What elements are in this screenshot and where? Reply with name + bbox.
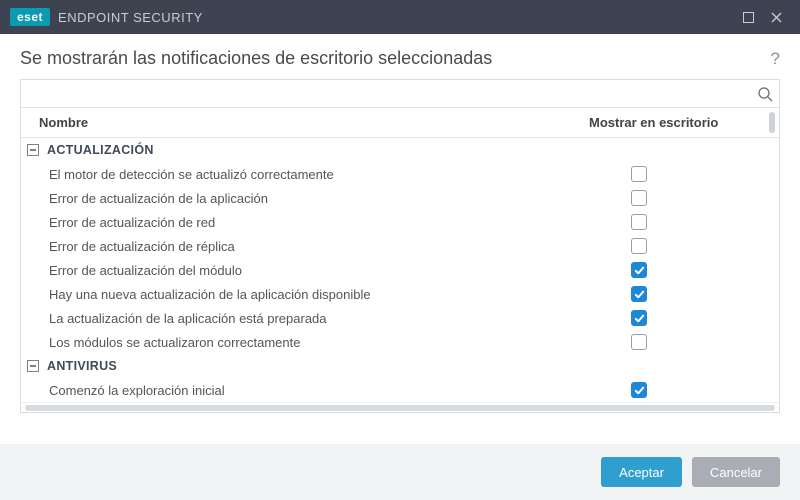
- item-checkbox-cell: [589, 190, 779, 206]
- brand-badge: eset: [10, 8, 50, 26]
- table-row: Error de actualización de la aplicación: [21, 186, 779, 210]
- close-icon: [771, 12, 782, 23]
- item-label: Error de actualización de red: [21, 215, 589, 230]
- page-title: Se mostrarán las notificaciones de escri…: [20, 48, 492, 69]
- column-header-show[interactable]: Mostrar en escritorio: [589, 115, 779, 130]
- table-row: Hay una nueva actualización de la aplica…: [21, 282, 779, 306]
- group-row[interactable]: ANTIVIRUS: [21, 354, 779, 378]
- item-label: Error de actualización de réplica: [21, 239, 589, 254]
- show-on-desktop-checkbox[interactable]: [631, 166, 647, 182]
- titlebar: eset ENDPOINT SECURITY: [0, 0, 800, 34]
- search-icon[interactable]: [757, 86, 773, 102]
- collapse-icon[interactable]: [27, 144, 39, 156]
- show-on-desktop-checkbox[interactable]: [631, 238, 647, 254]
- item-label: El motor de detección se actualizó corre…: [21, 167, 589, 182]
- table-header: Nombre Mostrar en escritorio: [21, 108, 779, 138]
- show-on-desktop-checkbox[interactable]: [631, 262, 647, 278]
- group-row[interactable]: ACTUALIZACIÓN: [21, 138, 779, 162]
- search-row: [21, 80, 779, 108]
- search-input[interactable]: [31, 82, 757, 106]
- item-checkbox-cell: [589, 262, 779, 278]
- column-header-name[interactable]: Nombre: [21, 115, 589, 130]
- item-label: Los módulos se actualizaron correctament…: [21, 335, 589, 350]
- item-label: Error de actualización del módulo: [21, 263, 589, 278]
- group-label: ANTIVIRUS: [47, 359, 117, 373]
- table-row: Error de actualización del módulo: [21, 258, 779, 282]
- minimize-icon: [743, 12, 754, 23]
- footer: Aceptar Cancelar: [0, 444, 800, 500]
- close-button[interactable]: [762, 0, 790, 34]
- item-checkbox-cell: [589, 334, 779, 350]
- horizontal-scrollbar[interactable]: [21, 402, 779, 412]
- table-row: Error de actualización de red: [21, 210, 779, 234]
- table-row: El motor de detección se actualizó corre…: [21, 162, 779, 186]
- notifications-panel: Nombre Mostrar en escritorio ACTUALIZACI…: [20, 79, 780, 413]
- group-label: ACTUALIZACIÓN: [47, 143, 154, 157]
- accept-button[interactable]: Aceptar: [601, 457, 682, 487]
- table-body: ACTUALIZACIÓN El motor de detección se ac…: [21, 138, 779, 402]
- item-label: Hay una nueva actualización de la aplica…: [21, 287, 589, 302]
- minimize-button[interactable]: [734, 0, 762, 34]
- item-label: Comenzó la exploración inicial: [21, 383, 589, 398]
- table-row: Los módulos se actualizaron correctament…: [21, 330, 779, 354]
- item-label: La actualización de la aplicación está p…: [21, 311, 589, 326]
- item-checkbox-cell: [589, 382, 779, 398]
- show-on-desktop-checkbox[interactable]: [631, 286, 647, 302]
- show-on-desktop-checkbox[interactable]: [631, 334, 647, 350]
- item-label: Error de actualización de la aplicación: [21, 191, 589, 206]
- item-checkbox-cell: [589, 310, 779, 326]
- show-on-desktop-checkbox[interactable]: [631, 214, 647, 230]
- item-checkbox-cell: [589, 166, 779, 182]
- horizontal-scrollbar-thumb[interactable]: [25, 405, 775, 411]
- item-checkbox-cell: [589, 214, 779, 230]
- item-checkbox-cell: [589, 238, 779, 254]
- show-on-desktop-checkbox[interactable]: [631, 190, 647, 206]
- brand-title: ENDPOINT SECURITY: [58, 10, 203, 25]
- item-checkbox-cell: [589, 286, 779, 302]
- show-on-desktop-checkbox[interactable]: [631, 310, 647, 326]
- table-row: Comenzó la exploración inicial: [21, 378, 779, 402]
- vertical-scrollbar[interactable]: [769, 112, 775, 133]
- page-header: Se mostrarán las notificaciones de escri…: [0, 34, 800, 79]
- show-on-desktop-checkbox[interactable]: [631, 382, 647, 398]
- cancel-button[interactable]: Cancelar: [692, 457, 780, 487]
- help-icon[interactable]: ?: [771, 49, 780, 69]
- table-row: Error de actualización de réplica: [21, 234, 779, 258]
- collapse-icon[interactable]: [27, 360, 39, 372]
- table-row: La actualización de la aplicación está p…: [21, 306, 779, 330]
